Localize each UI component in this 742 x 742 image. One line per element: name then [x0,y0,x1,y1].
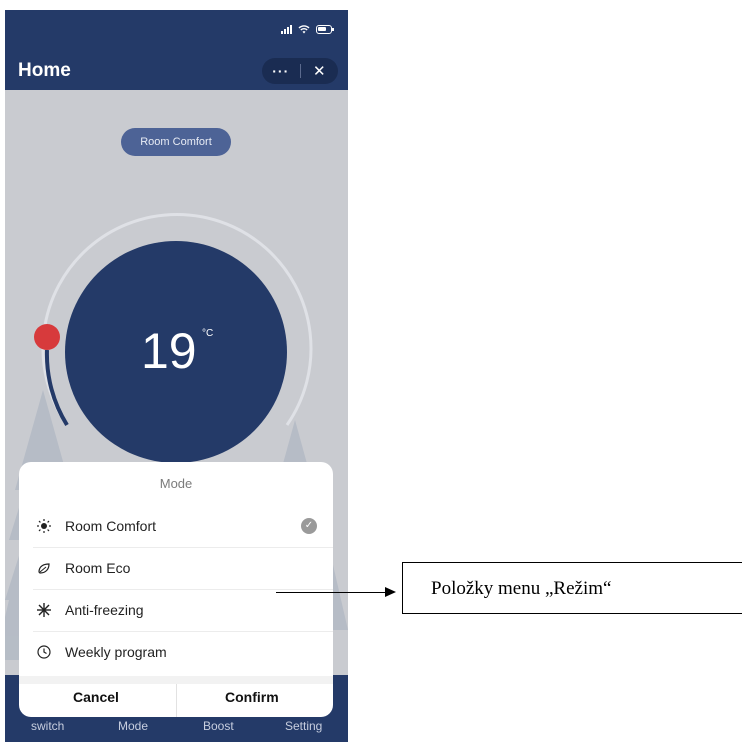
mode-sheet-title: Mode [159,476,193,491]
mode-option-label: Weekly program [65,644,167,660]
mode-option-weekly-program[interactable]: Weekly program [19,632,333,674]
sheet-actions: Cancel Confirm [19,684,333,717]
annotation-callout: Položky menu „Režim“ [402,562,742,614]
ellipsis-icon[interactable]: ··· [262,63,300,79]
mode-option-room-eco[interactable]: Room Eco [19,548,333,590]
mode-option-label: Room Eco [65,560,131,576]
sheet-separator [19,676,333,684]
battery-icon [316,24,334,34]
clock-icon [37,645,51,659]
temperature-unit: °C [202,328,214,339]
tab-boost[interactable]: Boost [203,719,234,733]
current-mode-badge[interactable]: Room Comfort [121,128,231,156]
leaf-icon [38,563,50,574]
mode-option-anti-freezing[interactable]: Anti-freezing [19,590,333,632]
mode-sheet: Mode Room Comfort ✓ Room Eco Anti-freezi… [19,462,333,717]
header: Home ··· ✕ [5,52,348,90]
signal-icon [281,24,292,34]
tab-mode[interactable]: Mode [118,719,148,733]
tab-switch[interactable]: switch [31,719,64,733]
annotation-text: Položky menu „Režim“ [431,578,612,599]
confirm-button[interactable]: Confirm [225,689,279,705]
snowflake-icon [37,603,51,617]
setpoint-knob[interactable] [34,324,60,350]
phone-screen: Home ··· ✕ 19 °C Room Comfort switch Mod… [5,10,348,742]
sun-icon [37,519,51,533]
annotation-arrow-line [276,592,388,593]
mode-option-label: Room Comfort [65,518,157,534]
temperature-value: 19 [141,323,197,379]
tab-setting[interactable]: Setting [285,719,322,733]
mode-option-label: Anti-freezing [65,602,144,618]
mode-option-room-comfort[interactable]: Room Comfort ✓ [19,506,333,548]
annotation-arrow-head [385,587,396,597]
menu-capsule: ··· ✕ [262,58,338,84]
check-icon: ✓ [301,518,317,534]
cancel-button[interactable]: Cancel [73,689,119,705]
wifi-icon [298,25,310,34]
page-title: Home [18,60,71,81]
close-icon[interactable]: ✕ [301,62,339,80]
status-bar [5,10,348,52]
actions-divider [176,684,177,717]
